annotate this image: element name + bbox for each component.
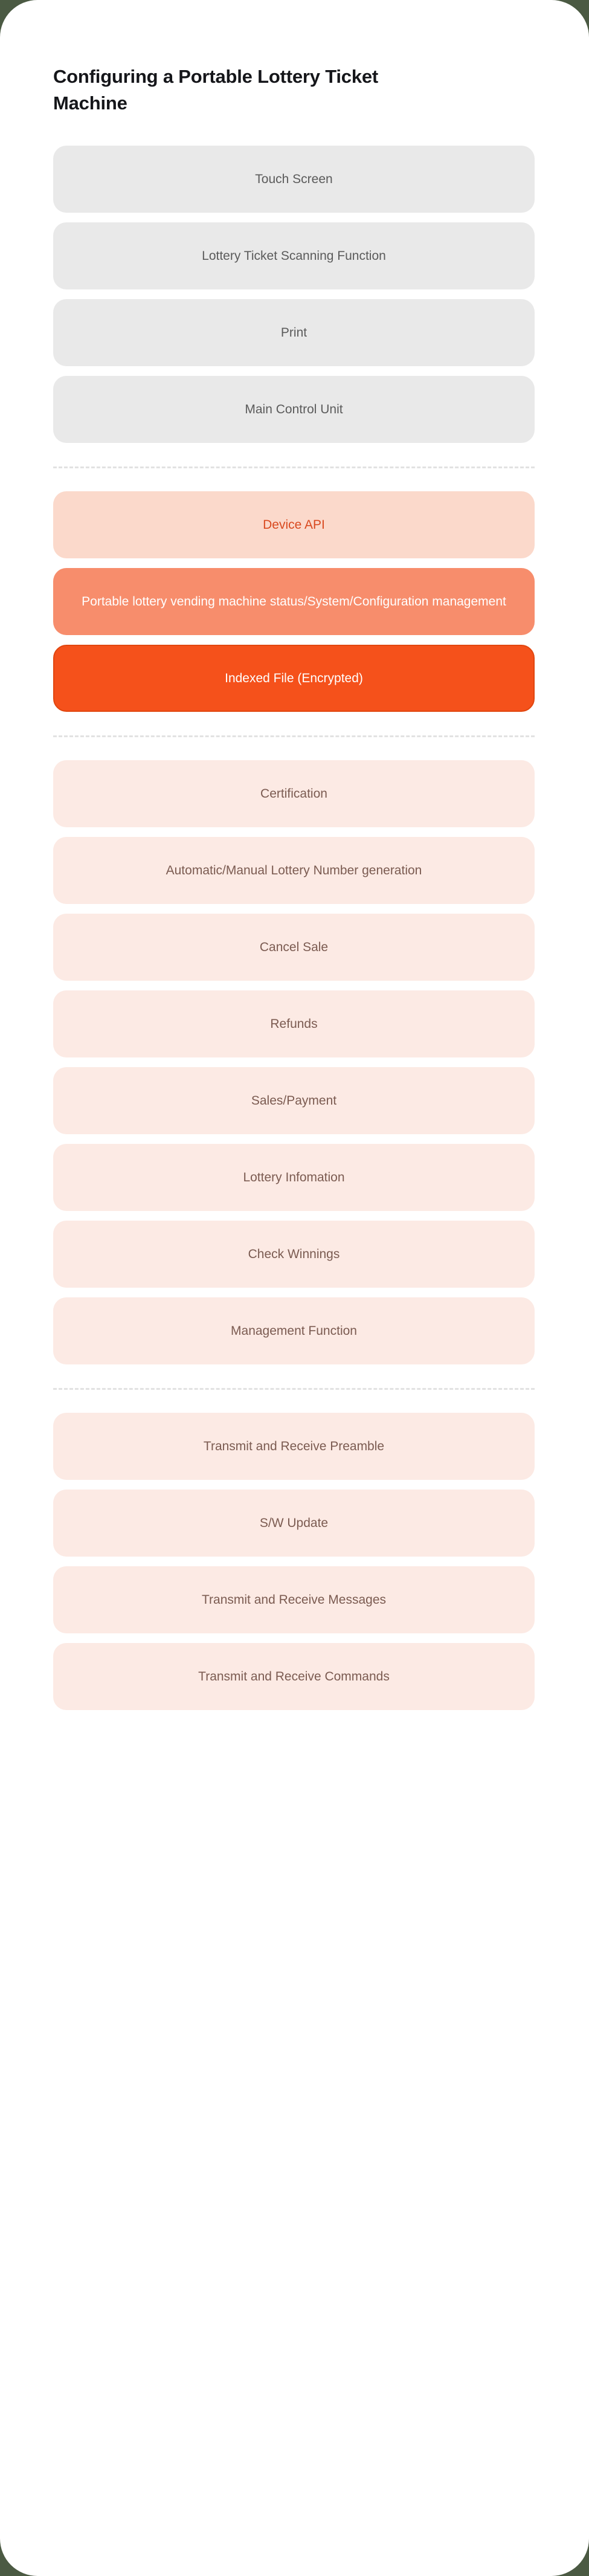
node-main-control-unit[interactable]: Main Control Unit bbox=[53, 376, 535, 444]
node-transmit-and-receive-preamble[interactable]: Transmit and Receive Preamble bbox=[53, 1413, 535, 1480]
node-certification[interactable]: Certification bbox=[53, 760, 535, 828]
node-check-winnings[interactable]: Check Winnings bbox=[53, 1221, 535, 1288]
node-label: Main Control Unit bbox=[245, 402, 343, 416]
node-label: Device API bbox=[263, 517, 325, 532]
node-label: Print bbox=[280, 325, 307, 340]
node-transmit-and-receive-commands[interactable]: Transmit and Receive Commands bbox=[53, 1643, 535, 1711]
node-touch-screen[interactable]: Touch Screen bbox=[53, 146, 535, 213]
node-refunds[interactable]: Refunds bbox=[53, 990, 535, 1058]
node-label: Transmit and Receive Preamble bbox=[203, 1439, 385, 1453]
node-label: Portable lottery vending machine status/… bbox=[82, 594, 506, 608]
node-label: Certification bbox=[260, 786, 327, 801]
node-label: Sales/Payment bbox=[251, 1093, 337, 1108]
node-label: Refunds bbox=[270, 1016, 318, 1031]
node-automatic-manual-lottery-number-generation[interactable]: Automatic/Manual Lottery Number generati… bbox=[53, 837, 535, 905]
section-platform: Device API Portable lottery vending mach… bbox=[53, 491, 536, 712]
node-vending-machine-status-management[interactable]: Portable lottery vending machine status/… bbox=[53, 568, 535, 636]
section-communication: Transmit and Receive Preamble S/W Update… bbox=[53, 1413, 536, 1711]
node-label: Automatic/Manual Lottery Number generati… bbox=[166, 863, 422, 877]
node-label: Transmit and Receive Messages bbox=[201, 1592, 386, 1607]
node-label: Check Winnings bbox=[248, 1247, 340, 1261]
node-transmit-and-receive-messages[interactable]: Transmit and Receive Messages bbox=[53, 1566, 535, 1634]
node-label: Lottery Ticket Scanning Function bbox=[202, 248, 386, 263]
node-indexed-file-encrypted[interactable]: Indexed File (Encrypted) bbox=[53, 645, 535, 712]
section-divider-3 bbox=[53, 1388, 535, 1390]
node-device-api[interactable]: Device API bbox=[53, 491, 535, 559]
node-lottery-ticket-scanning-function[interactable]: Lottery Ticket Scanning Function bbox=[53, 222, 535, 290]
page-title: Configuring a Portable Lottery Ticket Ma… bbox=[53, 66, 379, 114]
node-label: Management Function bbox=[231, 1323, 357, 1338]
diagram-card: Configuring a Portable Lottery Ticket Ma… bbox=[0, 0, 589, 2576]
section-divider-1 bbox=[53, 466, 535, 469]
section-features: Certification Automatic/Manual Lottery N… bbox=[53, 760, 536, 1365]
section-hardware: Touch Screen Lottery Ticket Scanning Fun… bbox=[53, 117, 536, 444]
node-sales-payment[interactable]: Sales/Payment bbox=[53, 1067, 535, 1135]
node-lottery-information[interactable]: Lottery Infomation bbox=[53, 1144, 535, 1212]
card-inner: Configuring a Portable Lottery Ticket Ma… bbox=[0, 0, 589, 1783]
node-label: Transmit and Receive Commands bbox=[198, 1669, 390, 1683]
bottom-spacer bbox=[53, 1710, 536, 1783]
node-print[interactable]: Print bbox=[53, 299, 535, 367]
node-label: Cancel Sale bbox=[259, 940, 329, 954]
node-cancel-sale[interactable]: Cancel Sale bbox=[53, 914, 535, 981]
node-label: S/W Update bbox=[259, 1516, 329, 1530]
node-label: Indexed File (Encrypted) bbox=[225, 671, 363, 685]
section-divider-2 bbox=[53, 735, 535, 738]
node-label: Lottery Infomation bbox=[243, 1170, 345, 1184]
node-management-function[interactable]: Management Function bbox=[53, 1297, 535, 1365]
node-sw-update[interactable]: S/W Update bbox=[53, 1490, 535, 1557]
node-label: Touch Screen bbox=[255, 172, 333, 186]
